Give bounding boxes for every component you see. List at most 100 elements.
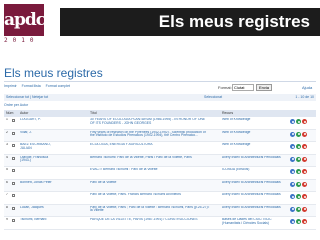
table-row: 6 Bonnett, Jonas Peter Parc de la Villette… — [4, 179, 316, 192]
view-icon[interactable] — [290, 169, 295, 174]
delete-icon[interactable] — [302, 219, 307, 224]
edit-icon[interactable] — [296, 181, 301, 187]
table-row: 5 EVACT! Bernard Tschumi : Parc de la Vil… — [4, 167, 316, 180]
row-resource-link[interactable]: Web of Knowledge — [222, 131, 284, 135]
row-number: 4 — [6, 155, 8, 159]
logo-letters: apdcn — [4, 4, 57, 36]
row-checkbox[interactable] — [12, 206, 15, 210]
row-actions — [290, 169, 314, 174]
view-icon[interactable] — [290, 219, 295, 224]
row-actions — [290, 219, 314, 224]
col-author-header[interactable]: Autor — [20, 111, 28, 115]
row-checkbox[interactable] — [12, 119, 15, 122]
delete-icon[interactable] — [302, 181, 307, 187]
edit-icon[interactable] — [296, 206, 301, 212]
col-title-header[interactable]: Títol — [90, 111, 97, 115]
row-author-link[interactable]: Bonnett, Jonas Peter — [20, 181, 52, 185]
view-icon[interactable] — [290, 156, 295, 162]
delete-icon[interactable] — [302, 194, 307, 199]
row-title-link[interactable]: Bernard Tschumi: Parc de la Villette, Pa… — [90, 156, 210, 160]
row-title-link[interactable]: PARQUE DE LA VILLETTE, PARIS (1987-1991)… — [90, 218, 210, 222]
view-icon[interactable] — [290, 119, 295, 124]
row-resource-link[interactable]: Bases de Dades del CSIC: ISOC (Humanitat… — [222, 218, 284, 225]
row-author-link[interactable]: Lucan, Jacques — [20, 206, 52, 210]
selection-bar: Seleccionar tot | Netejar tot Selecciona… — [4, 94, 316, 101]
row-author-link[interactable]: Villar, J. — [20, 131, 52, 135]
row-resource-link[interactable]: Avery Index to Architectural Periodicals — [222, 181, 284, 185]
edit-icon[interactable] — [296, 131, 301, 137]
delete-icon[interactable] — [302, 206, 307, 212]
row-actions — [290, 194, 314, 199]
row-actions — [290, 181, 314, 187]
view-icon[interactable] — [290, 194, 295, 199]
view-icon[interactable] — [290, 144, 295, 149]
list-format-link[interactable]: Format llista — [22, 84, 41, 88]
row-author-link[interactable]: BAEZ ESCRIBANO, JULIAN — [20, 143, 52, 150]
delete-icon[interactable] — [302, 144, 307, 149]
delete-icon[interactable] — [302, 119, 307, 124]
row-number: 5 — [6, 168, 8, 171]
row-number: 8 — [6, 205, 8, 209]
col-resource-header[interactable]: Recurs — [222, 111, 233, 115]
row-checkbox[interactable] — [12, 194, 15, 197]
row-resource-link[interactable]: Avery Index to Architectural Periodicals — [222, 206, 284, 210]
col-num-header[interactable]: Núm — [6, 111, 13, 115]
row-title-link[interactable]: Parc de la Villette, Paris. Francis Bern… — [90, 193, 210, 197]
brand-logo: apdcn 2010 — [4, 4, 57, 44]
row-number: 2 — [6, 130, 8, 134]
edit-icon[interactable] — [296, 119, 301, 124]
title-bar: Els meus registres — [60, 8, 320, 36]
row-title-link[interactable]: 30 YEARS OF ECOLOGIA PLANTARUM (1966-199… — [90, 118, 210, 125]
format-select[interactable]: Ciutat — [232, 84, 254, 91]
row-title-link[interactable]: Parc de la Villette — [90, 181, 210, 185]
page-title: Els meus registres — [158, 12, 310, 31]
select-all-link[interactable]: Seleccionar tot | Netejar tot — [6, 95, 48, 99]
row-checkbox[interactable] — [12, 169, 15, 172]
edit-icon[interactable] — [296, 194, 301, 199]
print-link[interactable]: Imprimir — [4, 84, 17, 88]
row-author-link[interactable]: LOGGART, P. — [20, 118, 52, 122]
records-table: Núm Autor Títol Recurs 1 LOGGART, P. 30 YE… — [4, 110, 316, 230]
row-title-link[interactable]: EVACT! Bernard Tschumi : Parc de la Vill… — [90, 168, 210, 172]
row-number: 9 — [6, 218, 8, 221]
row-checkbox[interactable] — [12, 156, 15, 160]
edit-icon[interactable] — [296, 144, 301, 149]
sort-option[interactable]: Ordre per Autor — [4, 103, 28, 107]
row-checkbox[interactable] — [12, 131, 15, 135]
row-number: 3 — [6, 143, 8, 146]
view-icon[interactable] — [290, 206, 295, 212]
row-checkbox[interactable] — [12, 181, 15, 185]
edit-icon[interactable] — [296, 169, 301, 174]
row-author-link[interactable]: Tschumi, Bernard — [20, 218, 52, 222]
row-resource-link[interactable]: ICONDA (Ebscos) — [222, 168, 284, 172]
row-checkbox[interactable] — [12, 219, 15, 222]
edit-icon[interactable] — [296, 219, 301, 224]
row-actions — [290, 144, 314, 149]
row-resource-link[interactable]: Web of Knowledge — [222, 143, 284, 147]
table-row: 4 Olavide, Francisca (1943-) Bernard Tschu… — [4, 154, 316, 167]
screenshot-panel: Els meus registres Imprimir Format llist… — [0, 58, 320, 240]
row-author-link[interactable]: Olavide, Francisca (1943-) — [20, 156, 52, 163]
view-icon[interactable] — [290, 181, 295, 187]
selected-link[interactable]: Seleccionat — [204, 95, 222, 99]
edit-icon[interactable] — [296, 156, 301, 162]
row-resource-link[interactable]: Avery Index to Architectural Periodicals — [222, 193, 284, 197]
row-actions — [290, 131, 314, 137]
row-title-link[interactable]: Parc de la Villette, Paris ; Parc de la … — [90, 206, 210, 213]
format-submit-button[interactable]: Envia — [256, 84, 272, 91]
delete-icon[interactable] — [302, 156, 307, 162]
full-format-link[interactable]: Format complet — [46, 84, 70, 88]
row-checkbox[interactable] — [12, 144, 15, 147]
row-resource-link[interactable]: Web of Knowledge — [222, 118, 284, 122]
table-body: 1 LOGGART, P. 30 YEARS OF ECOLOGIA PLANTAR… — [4, 117, 316, 230]
records-heading: Els meus registres — [4, 66, 103, 80]
help-link[interactable]: Ajuda — [302, 85, 312, 90]
row-number: 1 — [6, 118, 8, 121]
row-title-link[interactable]: ECOLOGIA, ENERGIA Y AGRICULTURA — [90, 143, 210, 147]
row-title-link[interactable]: Fifty years of research on the Pyrenees … — [90, 131, 210, 138]
row-resource-link[interactable]: Avery Index to Architectural Periodicals — [222, 156, 284, 160]
view-icon[interactable] — [290, 131, 295, 137]
delete-icon[interactable] — [302, 169, 307, 174]
delete-icon[interactable] — [302, 131, 307, 137]
logo-year: 2010 — [4, 37, 39, 44]
